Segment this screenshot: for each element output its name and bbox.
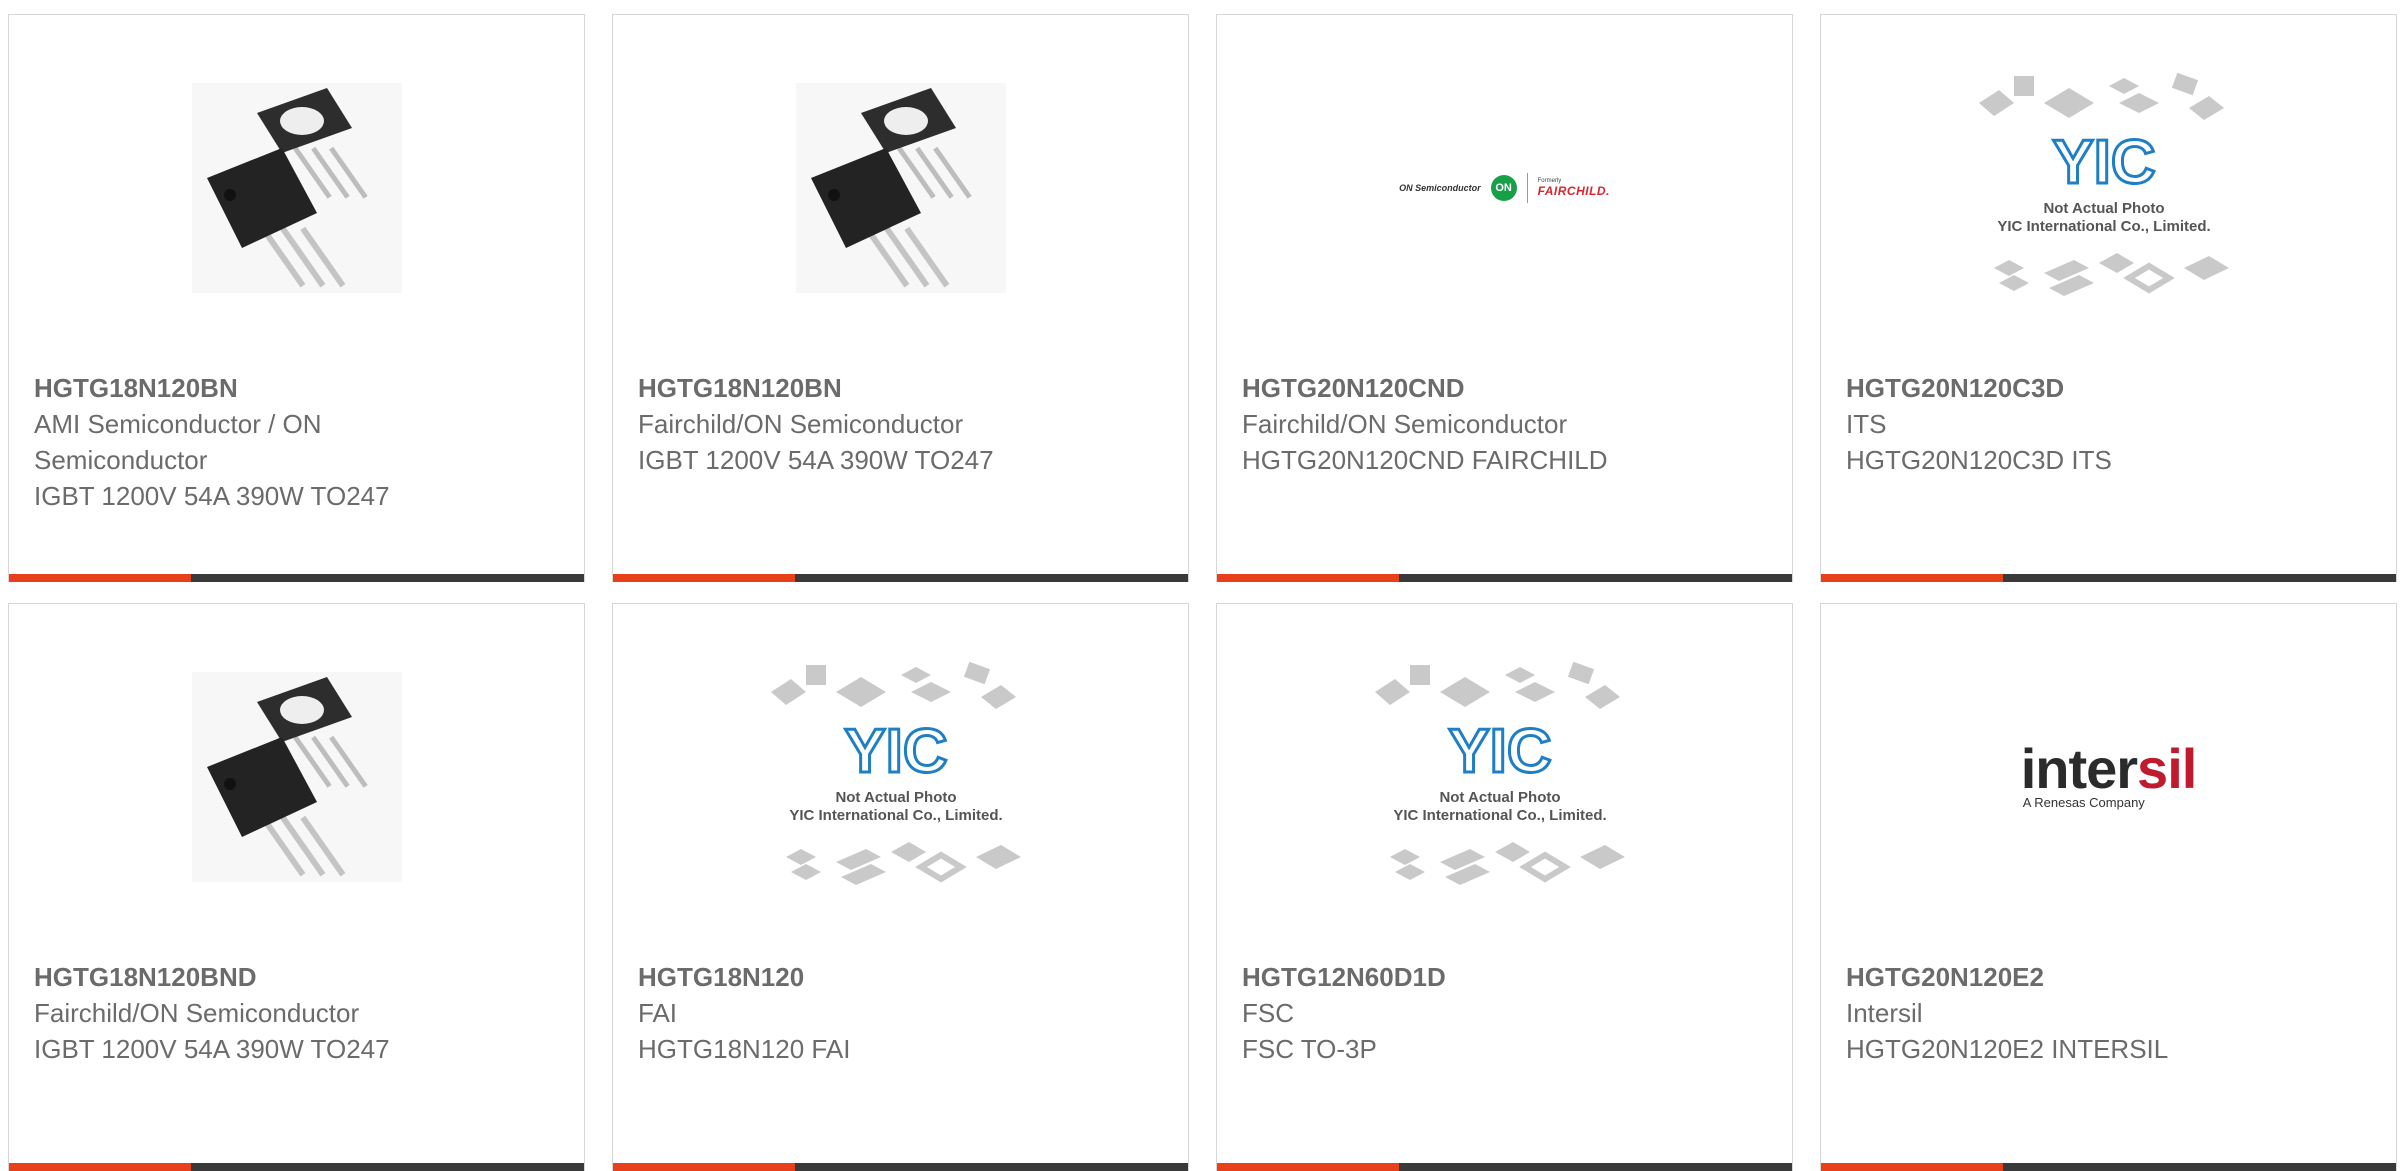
yic-company-label: YIC International Co., Limited. bbox=[1997, 218, 2210, 235]
card-accent bbox=[9, 1163, 191, 1171]
on-logo-icon: ON bbox=[1490, 174, 1517, 201]
product-photo bbox=[191, 671, 402, 882]
product-info: HGTG20N120E2 Intersil HGTG20N120E2 INTER… bbox=[1846, 959, 2376, 1067]
yic-placeholder-image: YIC Not Actual Photo YIC International C… bbox=[770, 661, 1021, 885]
manufacturer: AMI Semiconductor / ON bbox=[34, 409, 322, 439]
product-card-6[interactable]: YIC Not Actual Photo YIC International C… bbox=[612, 603, 1189, 1171]
product-card-2[interactable]: HGTG18N120BN Fairchild/ON Semiconductor … bbox=[612, 14, 1189, 582]
card-bottom-bar bbox=[1821, 574, 2396, 582]
card-bottom-bar bbox=[613, 574, 1188, 582]
renesas-tagline: A Renesas Company bbox=[2022, 795, 2145, 810]
product-image[interactable]: YIC Not Actual Photo YIC International C… bbox=[1821, 15, 2396, 360]
yic-placeholder-image: YIC Not Actual Photo YIC International C… bbox=[1374, 661, 1625, 885]
manufacturer: FAI bbox=[638, 998, 678, 1028]
yic-logo: YIC bbox=[844, 717, 947, 786]
card-accent bbox=[1821, 1163, 2003, 1171]
card-accent bbox=[613, 1163, 795, 1171]
manufacturer: FSC bbox=[1242, 998, 1294, 1028]
not-actual-photo-label: Not Actual Photo bbox=[835, 789, 956, 806]
on-semiconductor-wordmark: ON Semiconductor bbox=[1399, 182, 1481, 193]
product-card-1[interactable]: HGTG18N120BN AMI Semiconductor / ON Semi… bbox=[8, 14, 585, 582]
manufacturer-cont: Semiconductor bbox=[34, 445, 208, 475]
manufacturer: Intersil bbox=[1846, 998, 1923, 1028]
product-card-7[interactable]: YIC Not Actual Photo YIC International C… bbox=[1216, 603, 1793, 1171]
card-bottom-bar bbox=[1217, 574, 1792, 582]
part-number[interactable]: HGTG18N120BND bbox=[34, 959, 564, 995]
product-image[interactable]: intersil A Renesas Company bbox=[1821, 604, 2396, 949]
part-number[interactable]: HGTG18N120BN bbox=[34, 370, 564, 406]
part-number[interactable]: HGTG12N60D1D bbox=[1242, 959, 1772, 995]
fairchild-logo: Formerly FAIRCHILD. bbox=[1538, 178, 1610, 198]
not-actual-photo-label: Not Actual Photo bbox=[1439, 789, 1560, 806]
card-bottom-bar bbox=[9, 1163, 584, 1171]
product-image[interactable]: YIC Not Actual Photo YIC International C… bbox=[613, 604, 1188, 949]
description: IGBT 1200V 54A 390W TO247 bbox=[34, 1034, 390, 1064]
product-info: HGTG20N120CND Fairchild/ON Semiconductor… bbox=[1242, 370, 1772, 478]
product-image[interactable] bbox=[613, 15, 1188, 360]
on-fairchild-logo: ON Semiconductor ON Formerly FAIRCHILD. bbox=[1399, 172, 1610, 203]
manufacturer: Fairchild/ON Semiconductor bbox=[1242, 409, 1568, 439]
yic-company-label: YIC International Co., Limited. bbox=[789, 807, 1002, 824]
product-image[interactable]: YIC Not Actual Photo YIC International C… bbox=[1217, 604, 1792, 949]
product-photo bbox=[191, 82, 402, 293]
product-image[interactable] bbox=[9, 15, 584, 360]
product-card-3[interactable]: ON Semiconductor ON Formerly FAIRCHILD. … bbox=[1216, 14, 1793, 582]
product-grid: HGTG18N120BN AMI Semiconductor / ON Semi… bbox=[0, 0, 2400, 1171]
card-accent bbox=[1821, 574, 2003, 582]
card-bottom-bar bbox=[613, 1163, 1188, 1171]
intersil-wordmark-inter: inter bbox=[2020, 737, 2138, 800]
description: HGTG20N120CND FAIRCHILD bbox=[1242, 445, 1608, 475]
card-bottom-bar bbox=[9, 574, 584, 582]
not-actual-photo-label: Not Actual Photo bbox=[2043, 200, 2164, 217]
manufacturer: Fairchild/ON Semiconductor bbox=[638, 409, 964, 439]
description: HGTG20N120C3D ITS bbox=[1846, 445, 2112, 475]
part-number[interactable]: HGTG20N120C3D bbox=[1846, 370, 2376, 406]
yic-logo: YIC bbox=[2052, 128, 2155, 197]
product-photo bbox=[795, 82, 1006, 293]
intersil-wordmark: intersil bbox=[2021, 741, 2198, 797]
card-accent bbox=[613, 574, 795, 582]
product-card-8[interactable]: intersil A Renesas Company HGTG20N120E2 … bbox=[1820, 603, 2397, 1171]
card-bottom-bar bbox=[1217, 1163, 1792, 1171]
yic-placeholder-image: YIC Not Actual Photo YIC International C… bbox=[1978, 72, 2229, 296]
card-accent bbox=[1217, 1163, 1399, 1171]
intersil-wordmark-sil: sil bbox=[2137, 737, 2197, 800]
description: FSC TO-3P bbox=[1242, 1034, 1377, 1064]
product-image[interactable] bbox=[9, 604, 584, 949]
product-info: HGTG12N60D1D FSC FSC TO-3P bbox=[1242, 959, 1772, 1067]
product-info: HGTG20N120C3D ITS HGTG20N120C3D ITS bbox=[1846, 370, 2376, 478]
logo-divider bbox=[1526, 172, 1528, 203]
product-info: HGTG18N120BN AMI Semiconductor / ON Semi… bbox=[34, 370, 564, 514]
card-accent bbox=[9, 574, 191, 582]
fairchild-wordmark: FAIRCHILD. bbox=[1537, 183, 1610, 198]
description: HGTG18N120 FAI bbox=[638, 1034, 851, 1064]
part-number[interactable]: HGTG20N120CND bbox=[1242, 370, 1772, 406]
manufacturer: ITS bbox=[1846, 409, 1887, 439]
part-number[interactable]: HGTG18N120BN bbox=[638, 370, 1168, 406]
description: IGBT 1200V 54A 390W TO247 bbox=[638, 445, 994, 475]
description: IGBT 1200V 54A 390W TO247 bbox=[34, 481, 390, 511]
yic-company-label: YIC International Co., Limited. bbox=[1393, 807, 1606, 824]
product-image[interactable]: ON Semiconductor ON Formerly FAIRCHILD. bbox=[1217, 15, 1792, 360]
product-card-4[interactable]: YIC Not Actual Photo YIC International C… bbox=[1820, 14, 2397, 582]
part-number[interactable]: HGTG20N120E2 bbox=[1846, 959, 2376, 995]
card-bottom-bar bbox=[1821, 1163, 2396, 1171]
intersil-logo: intersil A Renesas Company bbox=[2021, 741, 2198, 811]
product-info: HGTG18N120BND Fairchild/ON Semiconductor… bbox=[34, 959, 564, 1067]
manufacturer: Fairchild/ON Semiconductor bbox=[34, 998, 360, 1028]
description: HGTG20N120E2 INTERSIL bbox=[1846, 1034, 2169, 1064]
product-card-5[interactable]: HGTG18N120BND Fairchild/ON Semiconductor… bbox=[8, 603, 585, 1171]
card-accent bbox=[1217, 574, 1399, 582]
part-number[interactable]: HGTG18N120 bbox=[638, 959, 1168, 995]
product-info: HGTG18N120BN Fairchild/ON Semiconductor … bbox=[638, 370, 1168, 478]
product-info: HGTG18N120 FAI HGTG18N120 FAI bbox=[638, 959, 1168, 1067]
yic-logo: YIC bbox=[1448, 717, 1551, 786]
